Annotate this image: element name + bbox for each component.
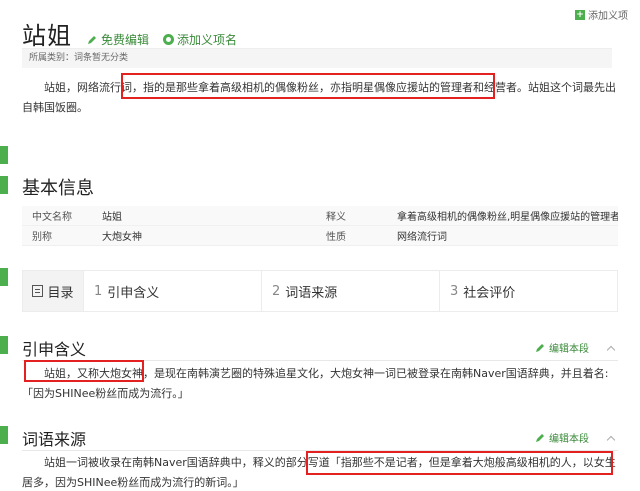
- section-title-origin: 词语来源: [22, 430, 87, 449]
- pencil-icon: [536, 343, 544, 352]
- list-icon: [32, 285, 44, 297]
- section-marker: [0, 176, 8, 194]
- edit-section-button[interactable]: 编辑本段: [549, 430, 589, 445]
- collapse-icon[interactable]: [606, 343, 616, 353]
- header: 站姐 免费编辑 添加义项名: [22, 16, 237, 51]
- info-value: 站姐: [102, 212, 122, 223]
- collapse-icon[interactable]: [606, 433, 616, 443]
- section-marker: [0, 146, 8, 164]
- highlight-box-definition: [306, 451, 613, 475]
- toc-item-2[interactable]: 2 词语来源: [261, 271, 439, 311]
- section-title-extended-meaning: 引申含义: [22, 340, 87, 359]
- section-tools: 编辑本段: [534, 430, 616, 445]
- section-tools: 编辑本段: [534, 340, 616, 355]
- free-edit-label: 免费编辑: [101, 33, 150, 47]
- toc-head-label: 目录: [47, 285, 74, 301]
- basic-info-table: 中文名称 站姐 释义 拿着高级相机的偶像粉丝,明星偶像应援站的管理者和经 别称 …: [22, 206, 618, 246]
- toc-item-label: 社会评价: [463, 285, 516, 301]
- toc-head: 目录: [23, 271, 83, 311]
- info-row: 中文名称 站姐 释义 拿着高级相机的偶像粉丝,明星偶像应援站的管理者和经: [22, 206, 618, 226]
- edit-section-button[interactable]: 编辑本段: [549, 340, 589, 355]
- toc-item-number: 2: [272, 283, 281, 299]
- info-row: 别称 大炮女神 性质 网络流行词: [22, 226, 618, 246]
- add-meaning-label: 添加义项: [588, 11, 628, 22]
- info-value: 拿着高级相机的偶像粉丝,明星偶像应援站的管理者和经: [397, 212, 618, 223]
- info-key: 中文名称: [32, 212, 72, 223]
- category-bar: 所属类别：词条暂无分类: [22, 48, 612, 68]
- highlight-box-intro: [121, 73, 495, 99]
- add-meaning-button[interactable]: + 添加义项: [575, 7, 628, 22]
- info-value: 网络流行词: [397, 232, 447, 243]
- free-edit-button[interactable]: 免费编辑: [86, 31, 149, 48]
- toc-item-label: 词语来源: [285, 285, 338, 301]
- add-name-button[interactable]: 添加义项名: [163, 31, 237, 48]
- add-name-icon: [163, 34, 175, 45]
- info-key: 性质: [326, 232, 346, 243]
- section-marker: [0, 336, 8, 354]
- add-name-label: 添加义项名: [177, 33, 238, 47]
- basic-info-title: 基本信息: [22, 178, 94, 199]
- highlight-box-alias: [24, 360, 144, 382]
- info-key: 释义: [326, 212, 346, 223]
- section-marker: [0, 426, 8, 444]
- toc-item-number: 1: [94, 283, 103, 299]
- page-title: 站姐: [22, 22, 72, 50]
- table-of-contents: 目录 1 引申含义 2 词语来源 3 社会评价: [22, 270, 618, 312]
- info-key: 别称: [32, 232, 52, 243]
- section-marker: [0, 268, 8, 286]
- pencil-icon: [536, 433, 544, 442]
- toc-item-number: 3: [450, 283, 459, 299]
- plus-icon: +: [575, 9, 585, 20]
- info-value: 大炮女神: [102, 232, 142, 243]
- pencil-icon: [88, 35, 96, 44]
- toc-item-3[interactable]: 3 社会评价: [439, 271, 617, 311]
- toc-item-1[interactable]: 1 引申含义: [83, 271, 261, 311]
- toc-item-label: 引申含义: [107, 285, 160, 301]
